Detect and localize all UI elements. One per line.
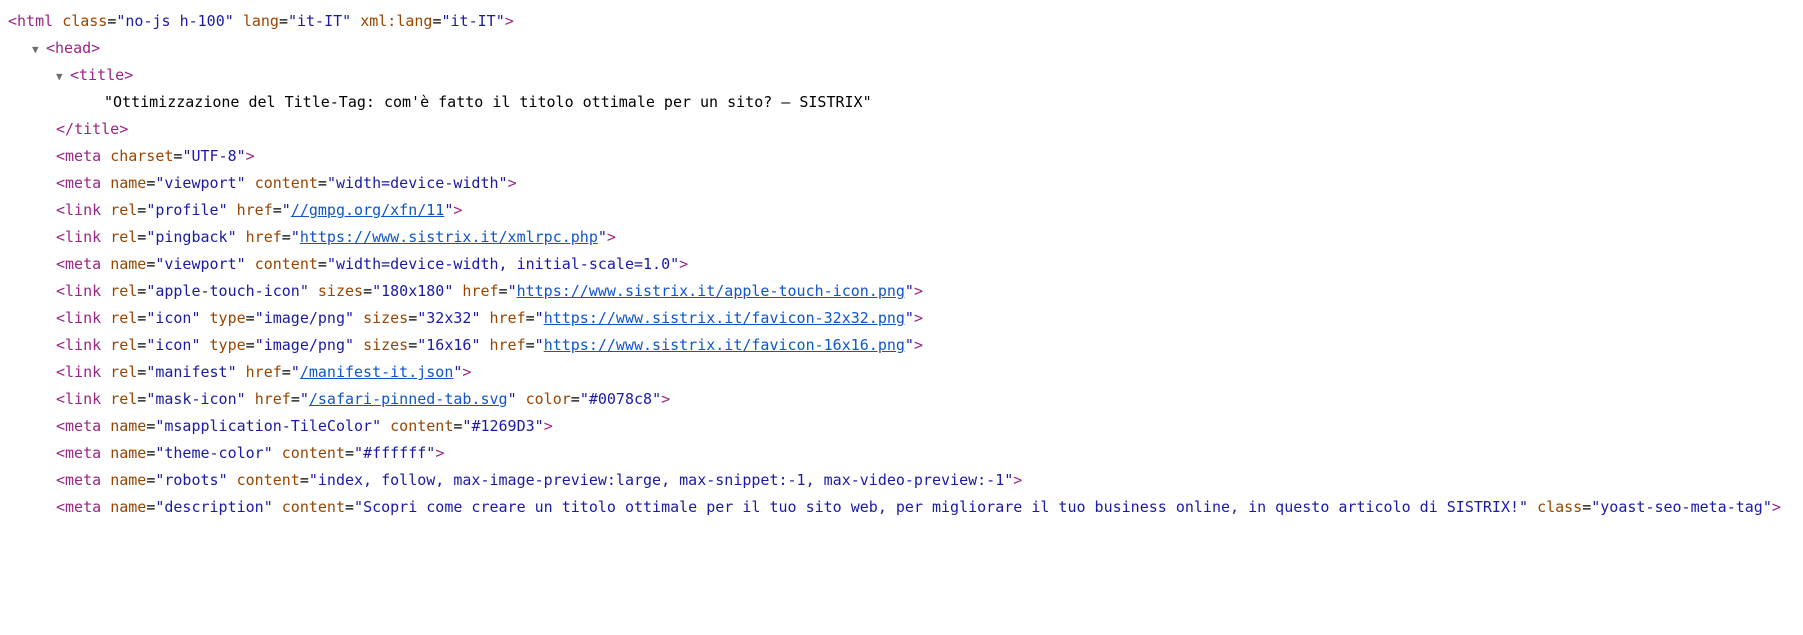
link-profile[interactable]: <link rel="profile" href="//gmpg.org/xfn… (8, 197, 1795, 224)
meta-tilecolor[interactable]: <meta name="msapplication-TileColor" con… (8, 413, 1795, 440)
apple-icon-href-link[interactable]: https://www.sistrix.it/apple-touch-icon.… (517, 282, 905, 300)
profile-href-link[interactable]: //gmpg.org/xfn/11 (291, 201, 445, 219)
meta-charset[interactable]: <meta charset="UTF-8"> (8, 143, 1795, 170)
meta-robots[interactable]: <meta name="robots" content="index, foll… (8, 467, 1795, 494)
pingback-href-link[interactable]: https://www.sistrix.it/xmlrpc.php (300, 228, 598, 246)
favicon16-href-link[interactable]: https://www.sistrix.it/favicon-16x16.png (544, 336, 905, 354)
link-favicon-16[interactable]: <link rel="icon" type="image/png" sizes=… (8, 332, 1795, 359)
expand-twisty-icon[interactable]: ▼ (56, 67, 68, 87)
favicon32-href-link[interactable]: https://www.sistrix.it/favicon-32x32.png (544, 309, 905, 327)
meta-viewport-2[interactable]: <meta name="viewport" content="width=dev… (8, 251, 1795, 278)
expand-twisty-icon[interactable]: ▼ (32, 40, 44, 60)
meta-viewport-1[interactable]: <meta name="viewport" content="width=dev… (8, 170, 1795, 197)
link-manifest[interactable]: <link rel="manifest" href="/manifest-it.… (8, 359, 1795, 386)
title-close-tag[interactable]: </title> (8, 116, 1795, 143)
head-open-tag[interactable]: ▼<head> (8, 35, 1795, 62)
meta-description[interactable]: <meta name="description" content="Scopri… (8, 494, 1795, 521)
link-pingback[interactable]: <link rel="pingback" href="https://www.s… (8, 224, 1795, 251)
html-open-tag[interactable]: <html class="no-js h-100" lang="it-IT" x… (8, 8, 1795, 35)
manifest-href-link[interactable]: /manifest-it.json (300, 363, 454, 381)
title-text: "Ottimizzazione del Title-Tag: com'è fat… (8, 89, 1795, 116)
mask-icon-href-link[interactable]: /safari-pinned-tab.svg (309, 390, 508, 408)
meta-themecolor[interactable]: <meta name="theme-color" content="#fffff… (8, 440, 1795, 467)
dom-tree: <html class="no-js h-100" lang="it-IT" x… (8, 8, 1795, 521)
title-open-tag[interactable]: ▼<title> (8, 62, 1795, 89)
link-mask-icon[interactable]: <link rel="mask-icon" href="/safari-pinn… (8, 386, 1795, 413)
link-favicon-32[interactable]: <link rel="icon" type="image/png" sizes=… (8, 305, 1795, 332)
link-apple-touch-icon[interactable]: <link rel="apple-touch-icon" sizes="180x… (8, 278, 1795, 305)
